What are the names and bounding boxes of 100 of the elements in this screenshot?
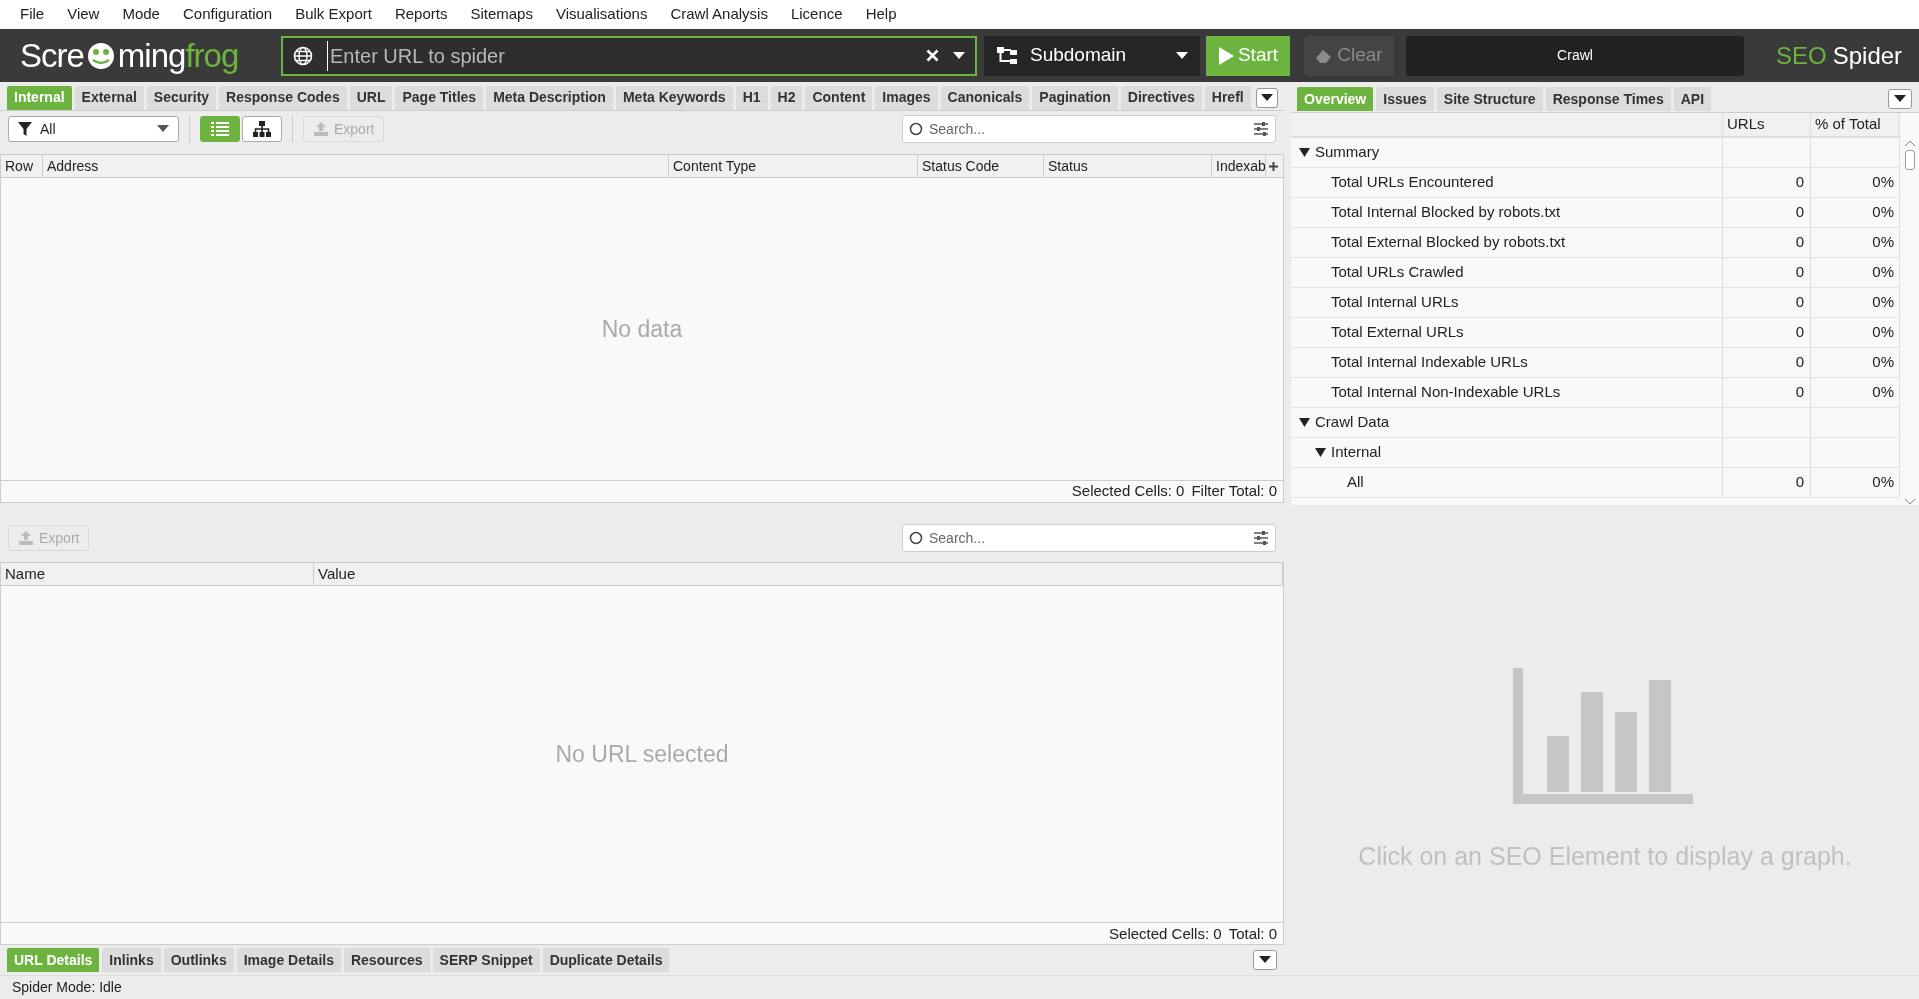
dropdown-button[interactable]	[1253, 950, 1277, 971]
tab[interactable]: Issues	[1376, 87, 1434, 111]
tab[interactable]: Page Titles	[395, 85, 484, 110]
table-cell-text: 0%	[1872, 172, 1894, 193]
tab[interactable]: External	[74, 85, 144, 110]
tab[interactable]: Pagination	[1032, 85, 1118, 110]
tab[interactable]: H2	[770, 85, 803, 110]
menu-item[interactable]: Sitemaps	[470, 3, 533, 26]
url-input[interactable]: Enter URL to spider	[327, 40, 912, 71]
caret-icon	[1894, 95, 1906, 103]
scroll-up-icon	[1904, 140, 1915, 146]
tree-item[interactable]: Crawl Data	[1315, 411, 1390, 434]
menu-item[interactable]: Crawl Analysis	[670, 3, 768, 26]
menu-item[interactable]: Mode	[122, 3, 160, 26]
table-cell-text: 0	[1795, 172, 1804, 193]
tab[interactable]: Meta Keywords	[615, 85, 733, 110]
tab[interactable]: Outlinks	[163, 948, 234, 973]
column-header[interactable]: Content Type	[669, 155, 918, 178]
menu-item[interactable]: Help	[865, 3, 897, 26]
table-cell-text: 0	[1795, 292, 1804, 313]
table-cell-text: 0	[1795, 232, 1804, 253]
column-header[interactable]: Name	[1, 563, 314, 586]
list-icon	[211, 122, 229, 137]
search-icon	[909, 531, 923, 546]
table-cell-text: 0%	[1872, 352, 1894, 373]
tab[interactable]: Hrefl	[1204, 85, 1251, 110]
tab[interactable]: H1	[735, 85, 768, 110]
column-header[interactable]: Status	[1044, 155, 1212, 178]
dropdown-value: All	[40, 119, 57, 139]
menu-item[interactable]: Licence	[790, 3, 843, 26]
product-name: Spider	[1832, 40, 1903, 71]
tab[interactable]: Directives	[1120, 85, 1202, 110]
tab[interactable]: API	[1673, 87, 1712, 111]
menu-item[interactable]: Configuration	[182, 3, 273, 26]
tree-item[interactable]: Total URLs Encountered	[1331, 171, 1494, 194]
tab[interactable]: Response Times	[1545, 87, 1671, 111]
tab[interactable]: Images	[875, 85, 938, 110]
tree-view-button[interactable]	[242, 116, 282, 143]
tab[interactable]: Response Codes	[219, 85, 347, 110]
footer-text: Filter Total: 0	[1191, 480, 1277, 501]
tab[interactable]: Content	[805, 85, 873, 110]
settings-icon	[1253, 531, 1269, 546]
tree-item[interactable]: Total Internal Non-Indexable URLs	[1331, 381, 1561, 404]
table-cell-text: 0%	[1872, 292, 1894, 313]
table-cell-text: 0%	[1872, 322, 1894, 343]
tab[interactable]: Meta Description	[486, 85, 613, 110]
column-header[interactable]: URLs	[1723, 113, 1811, 136]
tab[interactable]: Security	[146, 85, 217, 110]
tree-item[interactable]: Total Internal Blocked by robots.txt	[1331, 201, 1561, 224]
tree-item[interactable]: Summary	[1315, 141, 1380, 164]
filter-dropdown[interactable]: All	[8, 116, 179, 143]
tab[interactable]: SERP Snippet	[432, 948, 540, 973]
tab[interactable]: Site Structure	[1436, 87, 1543, 111]
column-header[interactable]: Value	[314, 563, 1283, 586]
settings-icon	[1253, 122, 1269, 137]
table-cell-text: 0	[1795, 322, 1804, 343]
column-header[interactable]: Status Code	[918, 155, 1044, 178]
dropdown-button[interactable]	[1888, 89, 1912, 109]
caret-icon	[953, 51, 965, 60]
search-field[interactable]: Search...	[902, 524, 1276, 553]
expand-toggle-icon[interactable]	[1299, 417, 1310, 428]
tree-item[interactable]: Internal	[1331, 441, 1382, 464]
expand-toggle-icon[interactable]	[1315, 447, 1326, 458]
table-cell-text: 0%	[1872, 202, 1894, 223]
menu-item[interactable]: View	[67, 3, 100, 26]
search-field[interactable]: Search...	[902, 115, 1276, 144]
scrollbar-thumb[interactable]	[1904, 150, 1915, 170]
column-header[interactable]: Row	[1, 155, 43, 178]
sitemap-icon	[996, 45, 1018, 66]
tab[interactable]: Resources	[343, 948, 430, 973]
tab[interactable]: Canonicals	[940, 85, 1030, 110]
caret-icon	[1176, 51, 1188, 60]
menu-item[interactable]: Reports	[394, 3, 448, 26]
menu-item[interactable]: File	[20, 3, 45, 26]
tree-item[interactable]: Total URLs Crawled	[1331, 261, 1464, 284]
status-text: Spider Mode: Idle	[12, 978, 122, 997]
column-header[interactable]: Indexab	[1212, 155, 1266, 178]
tab[interactable]: URL	[349, 85, 393, 110]
mode-dropdown[interactable]: Subdomain	[984, 35, 1200, 76]
search-input[interactable]: Search...	[929, 118, 1247, 140]
expand-toggle-icon[interactable]	[1299, 147, 1310, 158]
column-header[interactable]: Address	[43, 155, 669, 178]
tree-item[interactable]: Total Internal URLs	[1331, 291, 1459, 314]
dropdown-button[interactable]	[1255, 87, 1278, 108]
url-field[interactable]: Enter URL to spider	[281, 35, 977, 76]
footer-text: Selected Cells: 0	[1071, 480, 1185, 501]
menu-item[interactable]: Visualisations	[555, 3, 648, 26]
tab[interactable]: Image Details	[236, 948, 341, 973]
tree-item[interactable]: Total External Blocked by robots.txt	[1331, 231, 1566, 254]
tree-item[interactable]: Total External URLs	[1331, 321, 1464, 344]
table-cell-text: 0	[1795, 382, 1804, 403]
tree-item[interactable]: Total Internal Indexable URLs	[1331, 351, 1528, 374]
menu-item[interactable]: Bulk Export	[295, 3, 372, 26]
table-cell-text: 0%	[1872, 262, 1894, 283]
tree-item[interactable]: All	[1347, 471, 1364, 494]
search-input[interactable]: Search...	[929, 527, 1247, 549]
tab[interactable]: Inlinks	[102, 948, 161, 973]
footer-text: Total: 0	[1228, 923, 1277, 944]
caret-icon	[1259, 956, 1271, 965]
tab[interactable]: Duplicate Details	[542, 948, 670, 973]
